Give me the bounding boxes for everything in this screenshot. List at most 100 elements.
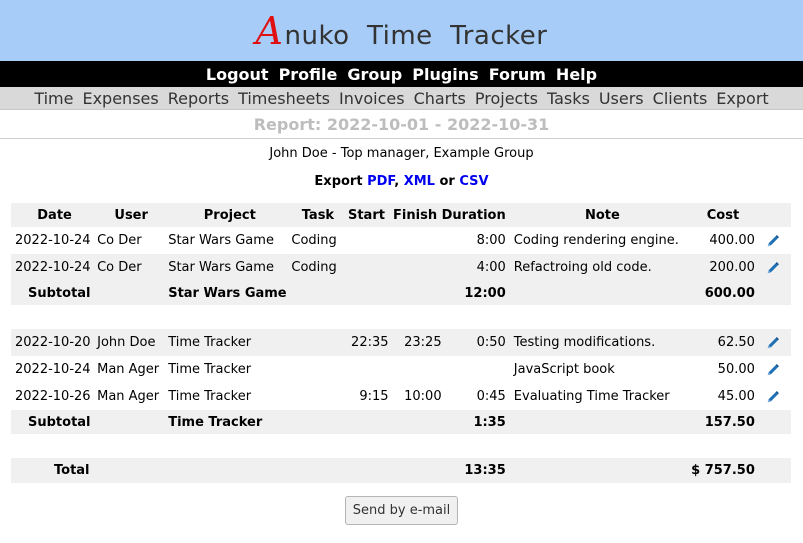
subtotal-label: Subtotal xyxy=(11,410,95,434)
cell-start xyxy=(344,254,389,281)
pencil-icon xyxy=(767,261,779,273)
pencil-icon xyxy=(767,336,779,348)
export-separator: , xyxy=(394,174,400,189)
cell-date: 2022-10-24 xyxy=(11,254,95,281)
main-menu: Time Expenses Reports Timesheets Invoice… xyxy=(0,87,803,110)
logo-text: nuko Time Tracker xyxy=(284,21,548,51)
table-row: 2022-10-24 Co Der Star Wars Game Coding … xyxy=(11,227,791,254)
top-nav: Logout Profile Group Plugins Forum Help xyxy=(0,61,803,87)
export-pdf-link[interactable]: PDF xyxy=(367,174,394,189)
cell-finish: 23:25 xyxy=(388,329,442,356)
export-label: Export xyxy=(314,174,363,189)
menu-users[interactable]: Users xyxy=(599,89,644,108)
total-label: Total xyxy=(11,458,95,483)
col-project: Project xyxy=(165,203,292,227)
col-duration: Duration xyxy=(441,203,508,227)
table-row: 2022-10-26 Man Ager Time Tracker 9:15 10… xyxy=(11,383,791,410)
edit-button[interactable] xyxy=(755,356,791,383)
page-title: Report: 2022-10-01 - 2022-10-31 xyxy=(0,115,803,139)
cell-date: 2022-10-20 xyxy=(11,329,95,356)
total-cost: $ 757.50 xyxy=(691,458,755,483)
nav-help[interactable]: Help xyxy=(556,65,597,84)
col-task: Task xyxy=(291,203,345,227)
menu-invoices[interactable]: Invoices xyxy=(339,89,405,108)
export-xml-link[interactable]: XML xyxy=(404,174,435,189)
cell-task: Coding xyxy=(291,254,345,281)
menu-clients[interactable]: Clients xyxy=(653,89,708,108)
cell-duration: 0:45 xyxy=(476,389,506,404)
spacer-row xyxy=(11,305,791,329)
cell-duration xyxy=(442,356,508,383)
menu-tasks[interactable]: Tasks xyxy=(547,89,590,108)
menu-expenses[interactable]: Expenses xyxy=(82,89,158,108)
col-date: Date xyxy=(11,203,95,227)
cell-finish: 10:00 xyxy=(404,389,442,404)
export-links: Export PDF, XML or CSV xyxy=(0,174,803,189)
cell-date: 2022-10-26 xyxy=(15,389,91,404)
subtotal-project: Star Wars Game xyxy=(165,281,292,305)
table-row: 2022-10-20 John Doe Time Tracker 22:35 2… xyxy=(11,329,791,356)
cell-cost: 62.50 xyxy=(691,329,755,356)
cell-user: Man Ager xyxy=(97,362,160,377)
send-area: Send by e-mail xyxy=(0,496,803,525)
total-row: Total 13:35 $ 757.50 xyxy=(11,458,791,483)
cell-project: Star Wars Game xyxy=(168,233,274,248)
cell-user: Man Ager xyxy=(97,389,160,404)
cell-date: 2022-10-24 xyxy=(15,362,91,377)
menu-time[interactable]: Time xyxy=(34,89,73,108)
table-row: 2022-10-24 Man Ager Time Tracker JavaScr… xyxy=(11,356,791,383)
send-by-email-button[interactable]: Send by e-mail xyxy=(344,496,459,525)
export-csv-link[interactable]: CSV xyxy=(459,174,488,189)
edit-button[interactable] xyxy=(754,254,791,281)
nav-group[interactable]: Group xyxy=(347,65,402,84)
cell-cost: 200.00 xyxy=(691,254,755,281)
subtotal-label: Subtotal xyxy=(11,281,95,305)
menu-reports[interactable]: Reports xyxy=(168,89,229,108)
subtotal-duration: 12:00 xyxy=(441,281,508,305)
subtotal-duration: 1:35 xyxy=(441,410,508,434)
edit-button[interactable] xyxy=(755,383,791,410)
menu-projects[interactable]: Projects xyxy=(475,89,538,108)
cell-start xyxy=(344,227,388,254)
table-header-row: Date User Project Task Start Finish Dura… xyxy=(11,203,791,227)
nav-logout[interactable]: Logout xyxy=(206,65,269,84)
col-edit xyxy=(754,203,791,227)
edit-button[interactable] xyxy=(754,329,791,356)
menu-timesheets[interactable]: Timesheets xyxy=(238,89,330,108)
export-or: or xyxy=(439,174,455,189)
cell-task xyxy=(291,329,345,356)
cell-user: John Doe xyxy=(94,329,166,356)
cell-task xyxy=(291,383,344,410)
subtotal-row: Subtotal Time Tracker 1:35 157.50 xyxy=(11,410,791,434)
cell-duration: 4:00 xyxy=(441,254,508,281)
pencil-icon xyxy=(767,234,779,246)
cell-project: Time Tracker xyxy=(165,329,292,356)
nav-profile[interactable]: Profile xyxy=(279,65,338,84)
col-user: User xyxy=(94,203,166,227)
pencil-icon xyxy=(767,390,779,402)
edit-button[interactable] xyxy=(755,227,791,254)
cell-finish xyxy=(389,227,442,254)
report-subtitle: John Doe - Top manager, Example Group xyxy=(269,146,534,161)
total-duration: 13:35 xyxy=(441,458,508,483)
menu-charts[interactable]: Charts xyxy=(414,89,466,108)
subtotal-cost: 157.50 xyxy=(691,410,755,434)
nav-forum[interactable]: Forum xyxy=(489,65,546,84)
cell-date: 2022-10-24 xyxy=(15,233,91,248)
nav-plugins[interactable]: Plugins xyxy=(412,65,478,84)
app-logo[interactable]: A nuko Time Tracker xyxy=(256,12,548,51)
app-header: A nuko Time Tracker xyxy=(0,0,803,61)
cell-note: Refactroing old code. xyxy=(507,254,692,281)
subtotal-cost: 600.00 xyxy=(691,281,755,305)
subtotal-project: Time Tracker xyxy=(165,410,292,434)
menu-export[interactable]: Export xyxy=(716,89,768,108)
cell-start xyxy=(344,356,388,383)
cell-user: Co Der xyxy=(97,233,142,248)
cell-cost: 50.00 xyxy=(717,362,755,377)
cell-cost: 400.00 xyxy=(709,233,755,248)
cell-task xyxy=(291,356,344,383)
cell-cost: 45.00 xyxy=(717,389,755,404)
cell-project: Star Wars Game xyxy=(165,254,292,281)
cell-note: Evaluating Time Tracker xyxy=(513,389,670,404)
cell-project: Time Tracker xyxy=(168,362,252,377)
